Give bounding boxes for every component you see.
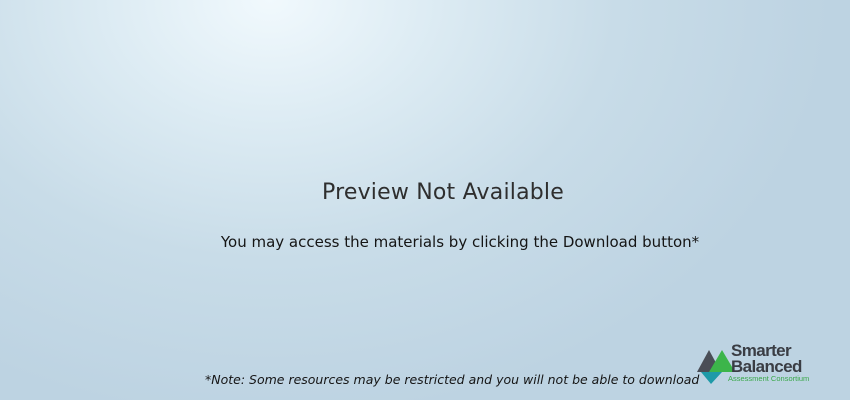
preview-title: Preview Not Available (322, 180, 564, 205)
preview-unavailable-page: Preview Not Available You may access the… (0, 0, 850, 400)
download-instructions: You may access the materials by clicking… (220, 233, 700, 251)
restriction-note: *Note: Some resources may be restricted … (205, 372, 700, 387)
logo-tagline: Assessment Consortium (728, 374, 810, 383)
logo-wordmark-line2: Balanced (731, 357, 802, 376)
smarter-balanced-logo: Smarter Balanced Assessment Consortium (695, 340, 845, 388)
